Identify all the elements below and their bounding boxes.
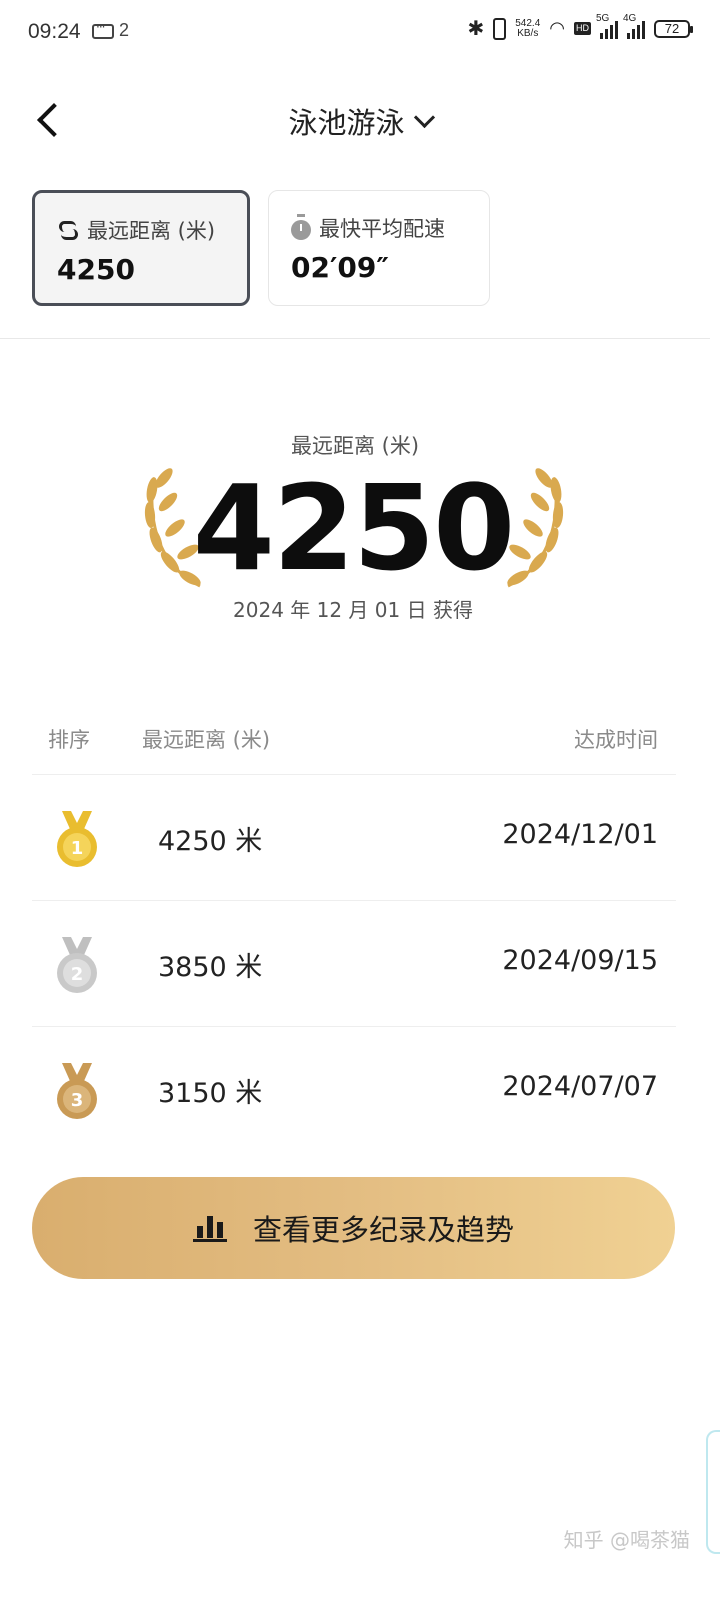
signal-5g-icon: 5G [596, 13, 618, 39]
record-distance: 3150 米 [158, 1078, 263, 1109]
record-distance: 4250 米 [158, 826, 263, 857]
chevron-down-icon [413, 106, 435, 128]
message-icon [92, 20, 114, 39]
record-date: 2024/12/01 [502, 819, 658, 850]
watermark: 知乎 @喝茶猫 [563, 1528, 690, 1552]
network-speed-value: 542.4 [515, 17, 541, 29]
card-label: 最远距离 (米) [87, 219, 216, 243]
medal-rank: 2 [71, 964, 84, 985]
network-speed: 542.4 KB/s [515, 17, 541, 39]
network-speed-unit: KB/s [517, 27, 539, 39]
card-value: 4250 [57, 253, 135, 286]
table-row: 2 3850 米 2024/09/15 [32, 900, 676, 1027]
bluetooth-icon: ✱ [467, 18, 485, 40]
hero-value: 4250 [192, 459, 515, 597]
status-bar: 09:24 2 ✱ 542.4 KB/s ◠ HD 5G 4G 72 [0, 0, 720, 64]
silver-medal-icon: 2 [57, 937, 97, 993]
vibrate-icon [493, 17, 507, 40]
floating-edge-tab[interactable] [706, 1430, 720, 1554]
card-fastest-pace[interactable]: 最快平均配速 02′09″ [268, 190, 490, 306]
sport-type-selector[interactable]: 泳池游泳 [288, 100, 435, 142]
signal-5g-label: 5G [596, 12, 610, 24]
hd-icon: HD [574, 22, 591, 35]
view-more-label: 查看更多纪录及趋势 [252, 1213, 514, 1247]
card-longest-distance[interactable]: 最远距离 (米) 4250 [32, 190, 250, 306]
record-distance: 3850 米 [158, 952, 263, 983]
hero-date: 2024 年 12 月 01 日 获得 [233, 598, 473, 622]
card-label: 最快平均配速 [319, 217, 445, 241]
record-date: 2024/07/07 [502, 1071, 658, 1102]
signal-4g-icon: 4G [623, 13, 645, 39]
card-value: 02′09″ [291, 251, 389, 284]
table-row: 3 3150 米 2024/07/07 [32, 1026, 676, 1153]
timer-icon [291, 213, 311, 240]
column-header-distance: 最远距离 (米) [142, 728, 271, 752]
medal-rank: 3 [71, 1090, 84, 1111]
notification-count: 2 [119, 20, 130, 40]
record-date: 2024/09/15 [502, 945, 658, 976]
divider [0, 338, 710, 339]
wifi-icon: ◠ [549, 18, 565, 38]
column-header-rank: 排序 [48, 728, 90, 752]
medal-rank: 1 [71, 838, 84, 859]
gold-medal-icon: 1 [57, 811, 97, 867]
status-icons: ✱ 542.4 KB/s ◠ HD 5G 4G 72 [467, 13, 693, 41]
battery-icon: 72 [654, 19, 693, 38]
route-icon [57, 219, 79, 241]
bar-chart-icon [192, 1214, 227, 1242]
page-title: 泳池游泳 [288, 106, 405, 140]
hero-label: 最远距离 (米) [290, 434, 420, 458]
status-time: 09:24 [28, 20, 81, 43]
table-row: 1 4250 米 2024/12/01 [32, 774, 676, 901]
column-header-time: 达成时间 [574, 728, 658, 752]
view-more-records-button[interactable]: 查看更多纪录及趋势 [32, 1177, 675, 1279]
header: 泳池游泳 [0, 100, 720, 142]
bronze-medal-icon: 3 [57, 1063, 97, 1119]
signal-4g-label: 4G [623, 12, 637, 24]
